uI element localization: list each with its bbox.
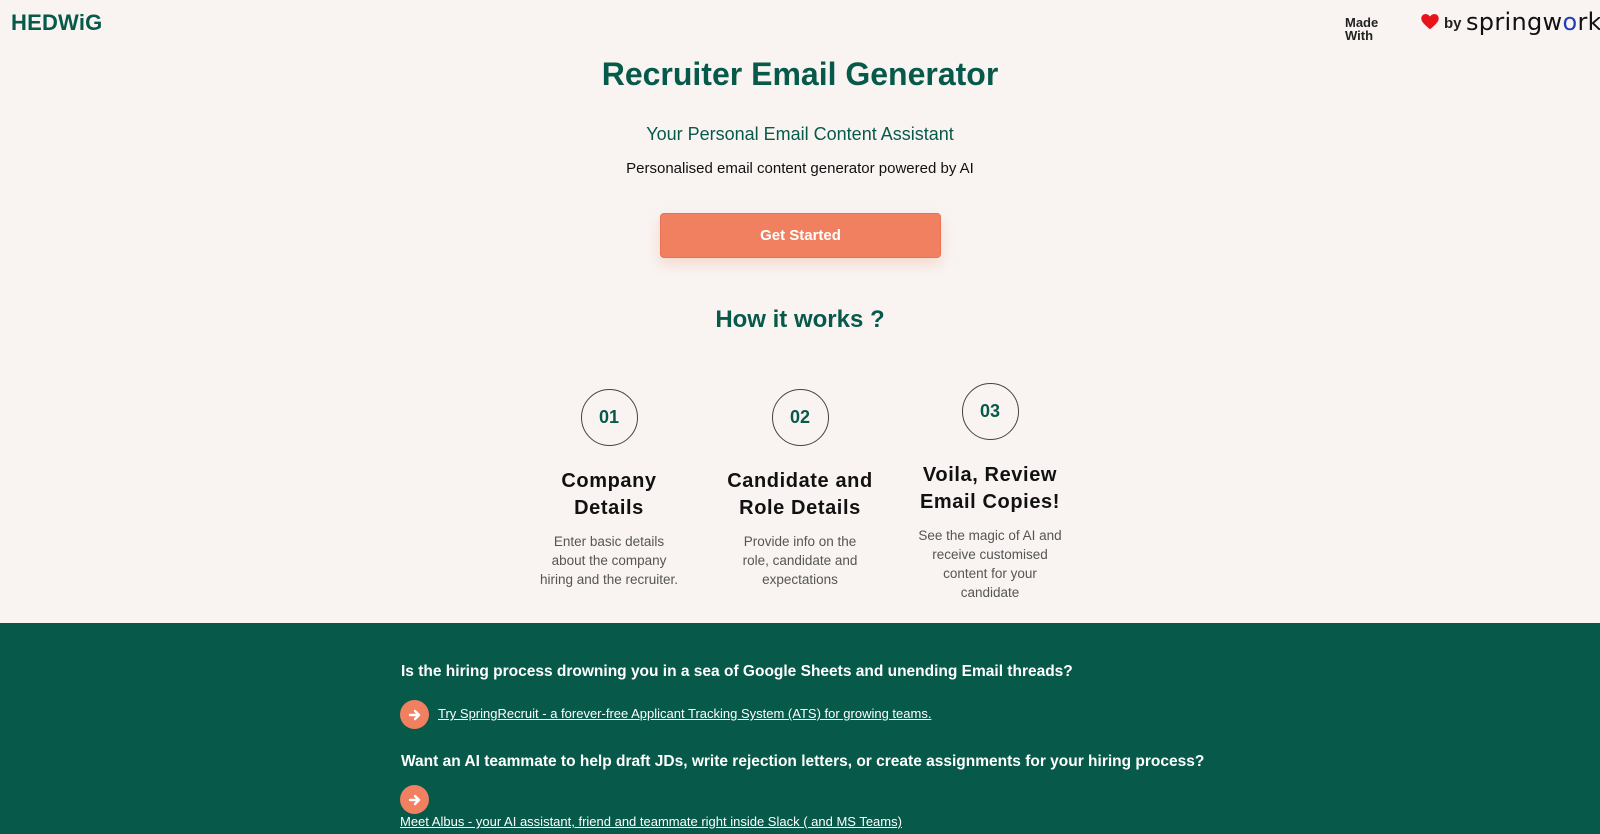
step-title: Voila, Review Email Copies! (905, 462, 1075, 516)
step-desc-line: role, candidate and (742, 553, 858, 568)
step-desc-line: hiring and the recruiter. (539, 572, 679, 587)
promo-footer: Is the hiring process drowning you in a … (0, 623, 1600, 834)
promo-question-springrecruit: Is the hiring process drowning you in a … (401, 663, 1073, 680)
heart-icon (1421, 14, 1439, 30)
step-desc-line: content for your (943, 566, 1037, 581)
springworks-logo[interactable]: springworks (1466, 8, 1600, 36)
step-title: Candidate and Role Details (715, 468, 885, 522)
brand-leaf: o (1562, 8, 1578, 36)
step-title-line: Company (561, 470, 657, 492)
brand-text-2: rks (1577, 8, 1600, 36)
arrow-right-icon[interactable] (400, 700, 429, 729)
how-it-works-heading: How it works ? (715, 306, 885, 333)
step-desc-line: See the magic of AI and (918, 528, 1062, 543)
page-title: Recruiter Email Generator (601, 56, 999, 92)
step-desc-line: about the company (551, 553, 667, 568)
springrecruit-link[interactable]: Try SpringRecruit - a forever-free Appli… (438, 706, 931, 721)
step-desc-line: receive customised (932, 547, 1048, 562)
step-title-line: Details (574, 497, 644, 519)
step-title-line: Candidate and (727, 470, 873, 492)
step-number-badge: 01 (580, 389, 638, 446)
step-review-email-copies: 03 Voila, Review Email Copies! See the m… (905, 383, 1075, 602)
step-title-line: Email Copies! (919, 491, 1061, 513)
brand-text-1: springw (1466, 8, 1563, 36)
step-title-line: Voila, Review (922, 464, 1058, 486)
arrow-right-icon[interactable] (400, 785, 429, 814)
step-desc-line: Provide info on the (743, 534, 857, 549)
albus-link[interactable]: Meet Albus - your AI assistant, friend a… (400, 814, 902, 829)
step-number-badge: 02 (771, 389, 829, 446)
page-subtitle: Your Personal Email Content Assistant (646, 124, 954, 144)
made-with-label: Made With (1345, 16, 1378, 42)
step-title: Company Details (524, 468, 694, 522)
by-label: by (1444, 15, 1462, 32)
made-with-line2: With (1345, 28, 1374, 43)
logo[interactable]: HEDWiG (11, 10, 102, 36)
step-candidate-role-details: 02 Candidate and Role Details Provide in… (715, 389, 885, 589)
page-tagline: Personalised email content generator pow… (626, 160, 974, 177)
step-company-details: 01 Company Details Enter basic details a… (524, 389, 694, 589)
step-desc-line: expectations (762, 572, 838, 587)
promo-question-albus: Want an AI teammate to help draft JDs, w… (401, 753, 1205, 770)
step-title-line: Role Details (739, 497, 861, 519)
step-desc-line: Enter basic details (553, 534, 665, 549)
get-started-button[interactable]: Get Started (660, 213, 941, 258)
step-description: See the magic of AI and receive customis… (905, 526, 1075, 602)
step-description: Provide info on the role, candidate and … (715, 532, 885, 589)
step-desc-line: candidate (960, 585, 1020, 600)
step-number-badge: 03 (961, 383, 1019, 440)
step-description: Enter basic details about the company hi… (524, 532, 694, 589)
